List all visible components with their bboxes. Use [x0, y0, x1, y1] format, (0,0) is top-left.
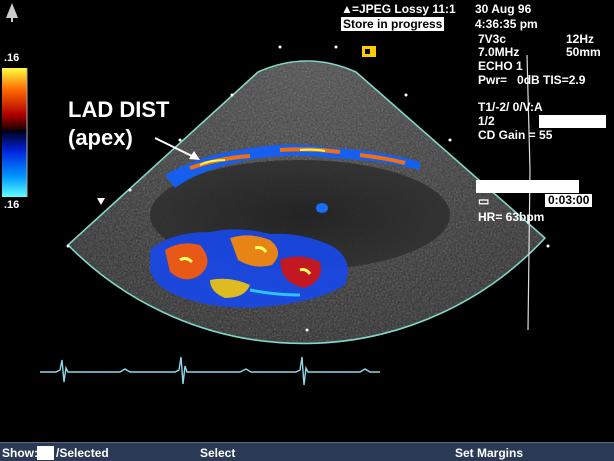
doppler-small-flow [316, 203, 328, 213]
set-margins-softkey[interactable]: Set Margins [455, 446, 523, 460]
probe-frequency: 7.0MHz [478, 45, 520, 59]
power: Pwr= 0dB TIS=2.9 [478, 73, 586, 87]
study-date: 30 Aug 96 [475, 2, 532, 16]
probe-marker-icon [362, 46, 376, 57]
scale-top-label: .16 [4, 52, 20, 64]
show-all-option[interactable]: All [37, 446, 55, 460]
ecg-trace [40, 356, 380, 386]
annotation-sublabel: (apex) [68, 125, 133, 150]
compression-label: =JPEG Lossy 11:1 [352, 2, 456, 16]
recording-status: Store in progress [476, 179, 580, 193]
show-selected-option[interactable]: /Selected [56, 446, 109, 460]
show-label: Show: [2, 446, 38, 460]
scale-bottom-label: .16 [4, 199, 20, 211]
recording-timer: 0:03:00 [545, 194, 593, 207]
cd-gain: CD Gain = 55 [478, 128, 553, 142]
heart-rate: HR= 63bpm [478, 210, 545, 224]
depth: 50mm [566, 45, 601, 59]
annotation-label: LAD DIST [68, 97, 170, 122]
status-badge: Store in progress [341, 17, 445, 31]
tree-logo-icon [6, 3, 18, 22]
probe-marker-icon [97, 198, 105, 205]
ratio: 1/2 [478, 114, 495, 128]
t-settings: T1/-2/ 0/V:A [478, 100, 543, 114]
tape-icon: ▭ [478, 194, 490, 208]
select-softkey[interactable]: Select [200, 446, 235, 460]
softkey-bar: Show: All /Selected Select Set Margins [0, 442, 614, 461]
color-scale-bar [2, 68, 28, 197]
study-time: 4:36:35 pm [475, 17, 538, 31]
cd-frequency: CD:5.0MHz [539, 114, 606, 128]
ultrasound-display: ▲ =JPEG Lossy 11:1 30 Aug 96 Store in pr… [0, 0, 614, 461]
preset: ECHO 1 [478, 59, 523, 73]
